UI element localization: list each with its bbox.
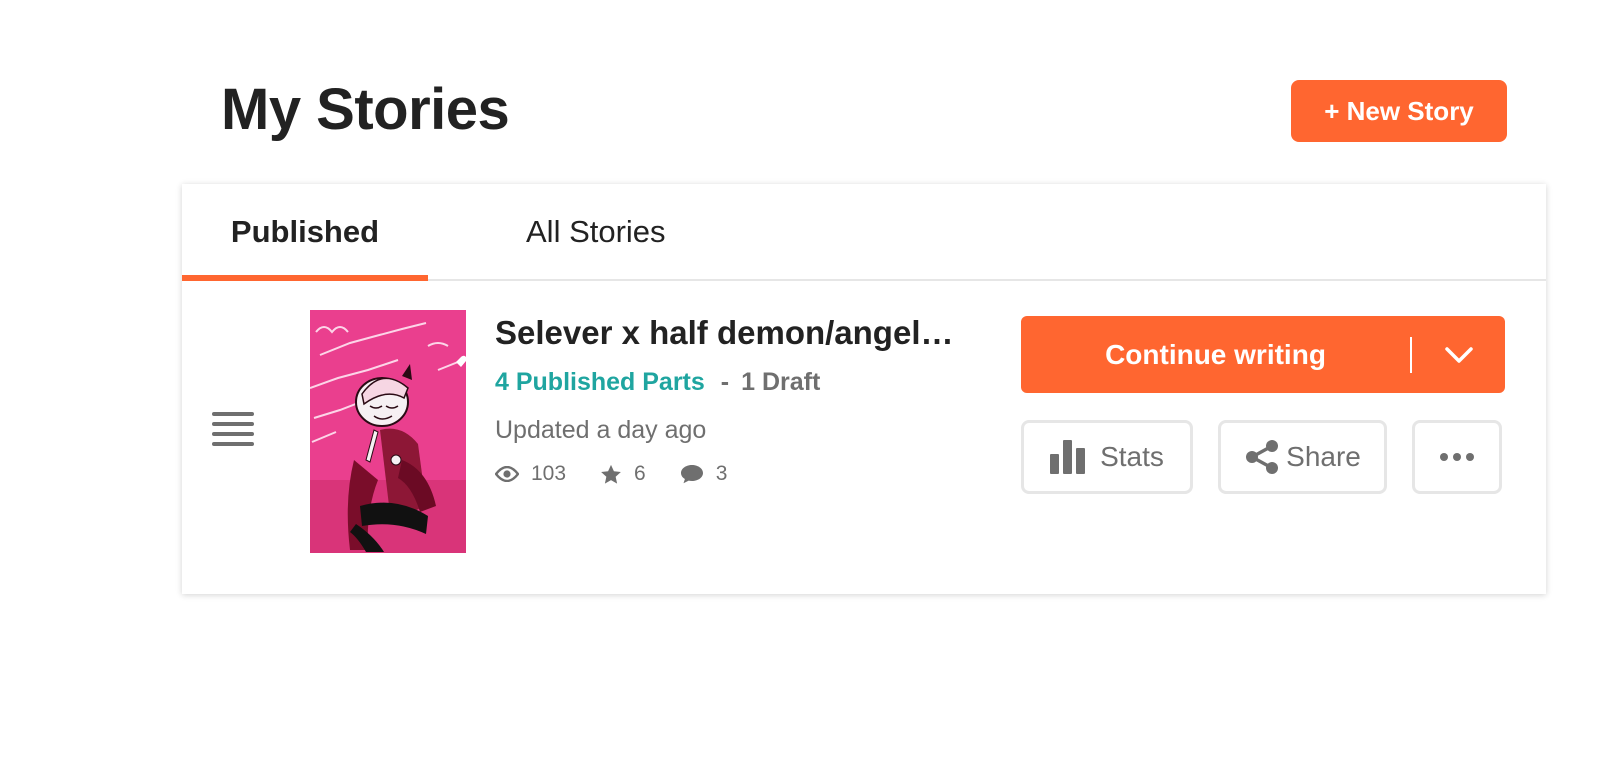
share-label: Share [1286,441,1361,472]
drag-handle-icon[interactable] [212,412,256,446]
tab-all-stories[interactable]: All Stories [526,184,666,279]
reads-stat: 103 [495,462,566,486]
continue-writing-button-group: Continue writing [1021,316,1505,393]
parts-separator: - [720,368,730,396]
votes-count: 6 [634,462,646,485]
page-title: My Stories [221,77,510,142]
updated-time: Updated a day ago [495,416,707,444]
continue-writing-button[interactable]: Continue writing [1021,339,1410,371]
votes-stat: 6 [600,462,646,486]
my-stories-page: My Stories + New Story Published All Sto… [0,0,1608,758]
comment-icon [680,465,703,484]
reads-count: 103 [531,462,567,485]
draft-count: 1 Draft [741,368,821,396]
story-parts-info: 4 Published Parts - 1 Draft [495,368,820,397]
parts-dropdown-button[interactable] [1412,316,1505,393]
story-tabs: Published All Stories [182,184,1546,281]
new-story-button[interactable]: + New Story [1291,80,1507,142]
bar-chart-icon [1050,440,1086,474]
share-button[interactable]: Share [1218,420,1387,494]
eye-icon [495,466,519,482]
more-dots-icon [1440,453,1474,461]
comments-stat: 3 [680,462,728,486]
stories-panel: Published All Stories Selever x half dem… [182,184,1546,594]
story-cover-image [310,310,466,553]
published-parts-link[interactable]: 4 Published Parts [495,368,705,397]
more-options-button[interactable] [1412,420,1502,494]
story-stats: 103 6 3 [495,462,761,486]
stats-button[interactable]: Stats [1021,420,1193,494]
comments-count: 3 [715,462,728,485]
star-icon [601,464,621,484]
story-cover[interactable] [310,310,466,553]
tab-published[interactable]: Published [182,184,428,281]
share-icon [1246,440,1279,474]
chevron-down-icon [1444,346,1473,363]
stats-label: Stats [1100,441,1164,472]
story-title[interactable]: Selever x half demon/angel reader [495,314,955,352]
